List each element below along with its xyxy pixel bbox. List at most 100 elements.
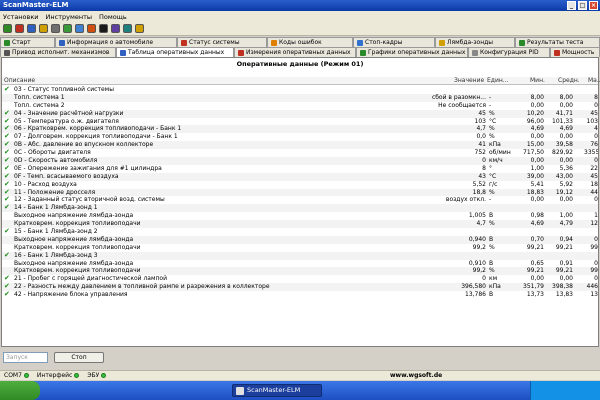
tab-vehicle-info[interactable]: Информация о автомобиле (55, 37, 177, 47)
table-row[interactable]: ✔ 21 - Пробег с горящей диагностической л… (2, 274, 598, 283)
check-icon[interactable]: ✔ (4, 203, 10, 212)
tab-error-codes[interactable]: Коды ошибок (267, 37, 353, 47)
table-row[interactable]: ✔ 0C - Обороты двигателя 752 об/мин 717,50 82… (2, 148, 598, 157)
table-row[interactable]: ✔ 07 - Долговрем. коррекция топливоподачи… (2, 132, 598, 141)
table-row[interactable]: Выходное напряжение лямбда-зонда 0,940 В 0,… (2, 235, 598, 244)
print-icon[interactable] (51, 24, 60, 33)
table-row[interactable]: ✔ 22 - Разность между давлением в топливн… (2, 282, 598, 292)
table-row[interactable]: ✔ 16 - Банк 1 Лямбда-зонд 3 (2, 251, 598, 260)
table-row[interactable]: ✔ 42 - Напряжение блока управления 13,786 В… (2, 290, 598, 299)
tab-system-status[interactable]: Статус системы (177, 37, 267, 47)
row-unit: % (489, 133, 495, 141)
table-row[interactable]: Кратковрем. коррекция топливоподачи 99,2%… (2, 267, 598, 276)
connect-icon[interactable] (3, 24, 12, 33)
stop-button[interactable]: Стоп (54, 351, 104, 363)
start-field[interactable]: Запуск (3, 351, 48, 363)
row-max: 99 (590, 267, 598, 275)
row-max: 0 (594, 196, 598, 204)
taskbar-item[interactable]: ScanMaster-ELM (232, 384, 322, 397)
website-link[interactable]: www.wgsoft.de (390, 372, 442, 379)
table-row[interactable]: ✔ 11 - Положение дросселя 18,8% 18,83 19,12 4… (2, 188, 598, 197)
minimize-button[interactable]: _ (567, 1, 576, 10)
table-row[interactable]: ✔ 15 - Банк 1 Лямбда-зонд 2 (2, 227, 598, 236)
header-min[interactable]: Мин. (530, 77, 545, 85)
row-description: 16 - Банк 1 Лямбда-зонд 3 (14, 251, 98, 259)
row-max: 4 (594, 125, 598, 133)
disconnect-icon[interactable] (15, 24, 24, 33)
tab-actuators[interactable]: Привод исполнит. механизмов (0, 47, 116, 57)
tab-start[interactable]: Старт (0, 37, 55, 47)
table-row[interactable]: ✔ 12 - Заданный статус вторичной возд. си… (2, 196, 598, 204)
check-icon[interactable]: ✔ (4, 290, 10, 299)
table-row[interactable]: Выходное напряжение лямбда-зонда 0,910 В 0,… (2, 260, 598, 268)
open-icon[interactable] (39, 24, 48, 33)
table-row[interactable]: Кратковрем. коррекция топливоподачи 99,2%… (2, 244, 598, 252)
header-description[interactable]: Описание (4, 77, 35, 85)
graph-icon (360, 49, 366, 56)
table-row[interactable]: ✔ 0F - Темп. всасываемого воздуха 43 °C 39,0… (2, 172, 598, 181)
table-row[interactable]: ✔ 05 - Температура о.ж. двигателя 103 °C 96,… (2, 117, 598, 126)
row-min: 0,98 (530, 212, 544, 220)
header-max[interactable]: Ма... (588, 77, 600, 85)
menu-help[interactable]: Помощь (99, 13, 127, 21)
menu-tools[interactable]: Инструменты (46, 13, 93, 21)
row-unit: - (489, 101, 492, 109)
table-row[interactable]: ✔ 03 - Статус топливной системы (2, 85, 598, 94)
tabs-top: Старт Информация о автомобиле Статус сис… (0, 37, 600, 47)
table-row[interactable]: Кратковрем. коррекция топливоподачи 4,7% 4… (2, 220, 598, 229)
help-icon[interactable] (135, 24, 144, 33)
check-icon[interactable]: ✔ (4, 251, 10, 260)
row-description: 12 - Заданный статус вторичной возд. сис… (14, 196, 165, 204)
table-row[interactable]: Выходное напряжение лямбда-зонда 1,005 В 0,… (2, 212, 598, 220)
row-value: 8 (482, 164, 486, 172)
menu-settings[interactable]: Установки (3, 13, 39, 21)
check-icon[interactable]: ✔ (4, 227, 10, 236)
row-unit: % (489, 188, 495, 196)
tab-freeze-frames[interactable]: Стоп-кадры (353, 37, 435, 47)
row-min: 351,79 (523, 283, 544, 291)
header-avg[interactable]: Средн. (558, 77, 580, 85)
table-row[interactable]: ✔ 0E - Опережение зажигания для #1 цилинд… (2, 164, 598, 173)
tab-live-data-graphs[interactable]: Графики оперативных данных (356, 47, 468, 57)
maximize-button[interactable]: □ (578, 1, 587, 10)
tab-test-results[interactable]: Результаты теста (515, 37, 600, 47)
row-avg: 0,94 (559, 235, 573, 243)
table-row[interactable]: ✔ 06 - Кратковрем. коррекция топливоподач… (2, 125, 598, 134)
table-header: Описание Значение Един... Мин. Средн. Ма… (2, 77, 600, 85)
settings-icon[interactable] (75, 24, 84, 33)
row-max: 45 (590, 172, 598, 180)
tab-pid-config[interactable]: Конфигурация PID (468, 47, 550, 57)
row-unit: км/ч (489, 157, 503, 165)
save-icon[interactable] (27, 24, 36, 33)
start-button[interactable] (0, 381, 40, 400)
table-row[interactable]: Топл. система 1 сбой в разомкн... - 8,00 8,0… (2, 93, 598, 102)
row-min: 5,41 (530, 180, 544, 188)
tab-power[interactable]: Мощность (550, 47, 600, 57)
table-row[interactable]: ✔ 0D - Скорость автомобиля 0 км/ч 0,00 0,00 0 (2, 156, 598, 165)
table-row[interactable]: ✔ 0B - Абс. давление во впускном коллекто… (2, 140, 598, 150)
table-row[interactable]: Топл. система 2 Не сообщается - 0,00 0,00 0 (2, 102, 598, 110)
table-row[interactable]: ✔ 04 - Значение расчётной нагрузки 45% 10,2… (2, 109, 598, 118)
terminal-icon[interactable] (99, 24, 108, 33)
tab-live-data-table[interactable]: Таблица оперативных данных (116, 47, 234, 57)
header-unit[interactable]: Един... (487, 77, 508, 85)
log-icon[interactable] (123, 24, 132, 33)
close-button[interactable]: × (589, 1, 598, 10)
table-row[interactable]: ✔ 10 - Расход воздуха 5,52 г/с 5,41 5,92 18 (2, 180, 598, 189)
live-data-table: ✔ 03 - Статус топливной системы Топл. сист… (2, 85, 598, 299)
row-description: 15 - Банк 1 Лямбда-зонд 2 (14, 228, 98, 236)
header-value[interactable]: Значение (454, 77, 484, 85)
table-row[interactable]: ✔ 14 - Банк 1 Лямбда-зонд 1 (2, 203, 598, 213)
row-min: 99,21 (526, 267, 544, 275)
row-value: 0 (482, 157, 486, 165)
row-max: 0 (594, 133, 598, 141)
row-description: 14 - Банк 1 Лямбда-зонд 1 (14, 204, 98, 212)
report-icon[interactable] (111, 24, 120, 33)
row-max: 446 (586, 283, 598, 291)
refresh-icon[interactable] (63, 24, 72, 33)
tab-live-data-gauges[interactable]: Измерения оперативных данных (234, 47, 356, 57)
tab-lambda[interactable]: Лямбда-зонды (435, 37, 515, 47)
check-icon[interactable]: ✔ (4, 85, 10, 94)
row-value: 103 (474, 117, 486, 125)
record-icon[interactable] (87, 24, 96, 33)
